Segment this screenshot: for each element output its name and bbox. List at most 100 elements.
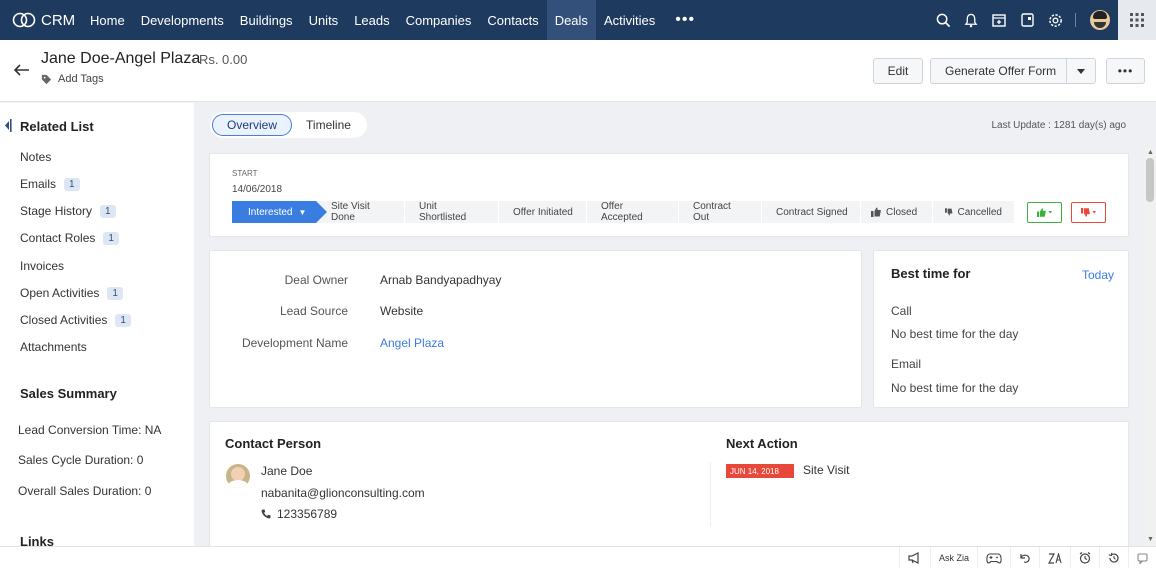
deal-owner-label: Deal Owner (284, 273, 348, 287)
history-icon[interactable] (1099, 547, 1128, 568)
tablet-icon[interactable] (1013, 0, 1041, 40)
avatar[interactable] (1090, 10, 1110, 30)
stage-offer-accepted[interactable]: Offer Accepted (587, 201, 679, 223)
nav-companies[interactable]: Companies (398, 0, 480, 40)
chevron-down-icon[interactable] (1077, 69, 1085, 74)
related-item-invoices[interactable]: Invoices (20, 259, 64, 273)
back-arrow-icon[interactable] (13, 64, 30, 79)
contact-next-action-card: Contact Person Jane Doe nabanita@glionco… (209, 421, 1129, 546)
related-item-emails[interactable]: Emails 1 (20, 177, 80, 191)
stage-label: Offer Accepted (601, 201, 643, 223)
deal-owner-value: Arnab Bandyapadhyay (380, 273, 502, 287)
zia-icon[interactable] (1039, 547, 1070, 568)
scroll-up-arrow-icon[interactable]: ▲ (1147, 149, 1154, 156)
start-label: START (232, 169, 258, 178)
view-tabs: Overview Timeline (210, 112, 367, 138)
related-item-open-activities[interactable]: Open Activities 1 (20, 286, 123, 300)
best-time-card: Best time for Today Call No best time fo… (873, 250, 1129, 408)
stage-unit-shortlisted[interactable]: Unit Shortlisted (405, 201, 499, 223)
stage-site-visit-done[interactable]: Site Visit Done (317, 201, 405, 223)
gear-icon[interactable] (1041, 0, 1069, 40)
contact-phone[interactable]: 123356789 (261, 507, 337, 521)
lead-source-value: Website (380, 304, 424, 318)
lead-source-label: Lead Source (279, 304, 348, 318)
contact-name[interactable]: Jane Doe (261, 464, 312, 478)
thumbs-up-icon (1036, 208, 1052, 217)
related-item-attachments[interactable]: Attachments (20, 340, 87, 354)
count-badge: 1 (115, 313, 131, 327)
calendar-add-icon[interactable] (985, 0, 1013, 40)
chat-icon[interactable] (1128, 547, 1156, 568)
development-name-link[interactable]: Angel Plaza (380, 336, 444, 350)
contact-email[interactable]: nabanita@glionconsulting.com (261, 486, 425, 500)
nav-contacts[interactable]: Contacts (479, 0, 546, 40)
nav-developments[interactable]: Developments (133, 0, 232, 40)
next-action-title: Next Action (726, 436, 798, 451)
best-time-email-label: Email (891, 357, 922, 371)
related-item-label: Stage History (20, 204, 93, 218)
related-item-stage-history[interactable]: Stage History 1 (20, 204, 116, 218)
count-badge: 1 (64, 177, 80, 191)
contact-avatar (226, 464, 250, 488)
stage-label: Closed (886, 206, 918, 218)
collapse-sidebar-icon[interactable] (4, 119, 12, 132)
nav-activities[interactable]: Activities (596, 0, 663, 40)
best-time-email-value: No best time for the day (891, 381, 1019, 395)
lead-conversion-time: Lead Conversion Time: NA (18, 423, 162, 437)
gamepad-icon[interactable] (977, 547, 1010, 568)
related-item-contact-roles[interactable]: Contact Roles 1 (20, 231, 119, 245)
stage-offer-initiated[interactable]: Offer Initiated (499, 201, 587, 223)
tab-timeline[interactable]: Timeline (292, 114, 365, 136)
thumbs-down-icon (1080, 208, 1096, 217)
sales-summary-title: Sales Summary (20, 386, 117, 401)
scroll-thumb[interactable] (1146, 158, 1154, 202)
undo-flow-icon[interactable] (1010, 547, 1039, 568)
nav-more-button[interactable]: ••• (663, 0, 707, 40)
tab-overview[interactable]: Overview (212, 114, 293, 136)
main-content: Overview Timeline Last Update : 1281 day… (194, 103, 1144, 546)
alarm-clock-icon[interactable] (1070, 547, 1099, 568)
count-badge: 1 (103, 231, 119, 245)
stage-contract-out[interactable]: Contract Out (679, 201, 762, 223)
search-icon[interactable] (929, 0, 957, 40)
contact-person-title: Contact Person (225, 436, 322, 451)
stage-closed[interactable]: Closed (861, 201, 933, 223)
related-item-notes[interactable]: Notes (20, 150, 51, 164)
card-divider (710, 462, 711, 526)
best-time-today-link[interactable]: Today (1082, 268, 1114, 282)
stage-interested[interactable]: Interested ▼ (232, 201, 327, 223)
more-actions-button[interactable]: ••• (1106, 58, 1145, 84)
stage-cancelled[interactable]: Cancelled (933, 201, 1015, 223)
stage-label: Contract Out (693, 201, 731, 223)
page-scrollbar[interactable]: ▲ ▼ (1144, 148, 1156, 546)
generate-offer-form-button[interactable]: Generate Offer Form (930, 58, 1096, 84)
best-time-call-label: Call (891, 304, 912, 318)
stage-label: Interested (248, 206, 293, 218)
thumbs-up-icon (871, 207, 881, 217)
related-item-label: Contact Roles (20, 231, 96, 245)
crm-logo[interactable]: CRM (0, 12, 82, 29)
mark-won-button[interactable] (1027, 202, 1062, 223)
nav-buildings[interactable]: Buildings (232, 0, 301, 40)
overall-sales-duration: Overall Sales Duration: 0 (18, 484, 152, 498)
related-item-closed-activities[interactable]: Closed Activities 1 (20, 313, 131, 327)
nav-leads[interactable]: Leads (346, 0, 397, 40)
contact-phone-number: 123356789 (277, 507, 338, 521)
mark-lost-button[interactable] (1071, 202, 1106, 223)
megaphone-icon[interactable] (898, 547, 930, 568)
add-tags-link[interactable]: Add Tags (41, 73, 104, 85)
apps-grid-icon[interactable] (1118, 0, 1156, 40)
count-badge: 1 (100, 204, 116, 218)
nav-home[interactable]: Home (82, 0, 133, 40)
nav-deals[interactable]: Deals (546, 0, 596, 40)
next-action-text[interactable]: Site Visit (803, 463, 849, 477)
related-item-label: Open Activities (20, 286, 100, 300)
edit-button[interactable]: Edit (873, 58, 923, 84)
ask-zia-button[interactable]: Ask Zia (929, 547, 977, 568)
related-item-label: Emails (20, 177, 57, 191)
stage-contract-signed[interactable]: Contract Signed (762, 201, 861, 223)
stage-pipeline: Interested ▼ Site Visit Done Unit Shortli… (232, 201, 1015, 223)
nav-units[interactable]: Units (301, 0, 347, 40)
bell-icon[interactable] (957, 0, 985, 40)
scroll-down-arrow-icon[interactable]: ▼ (1147, 536, 1154, 543)
